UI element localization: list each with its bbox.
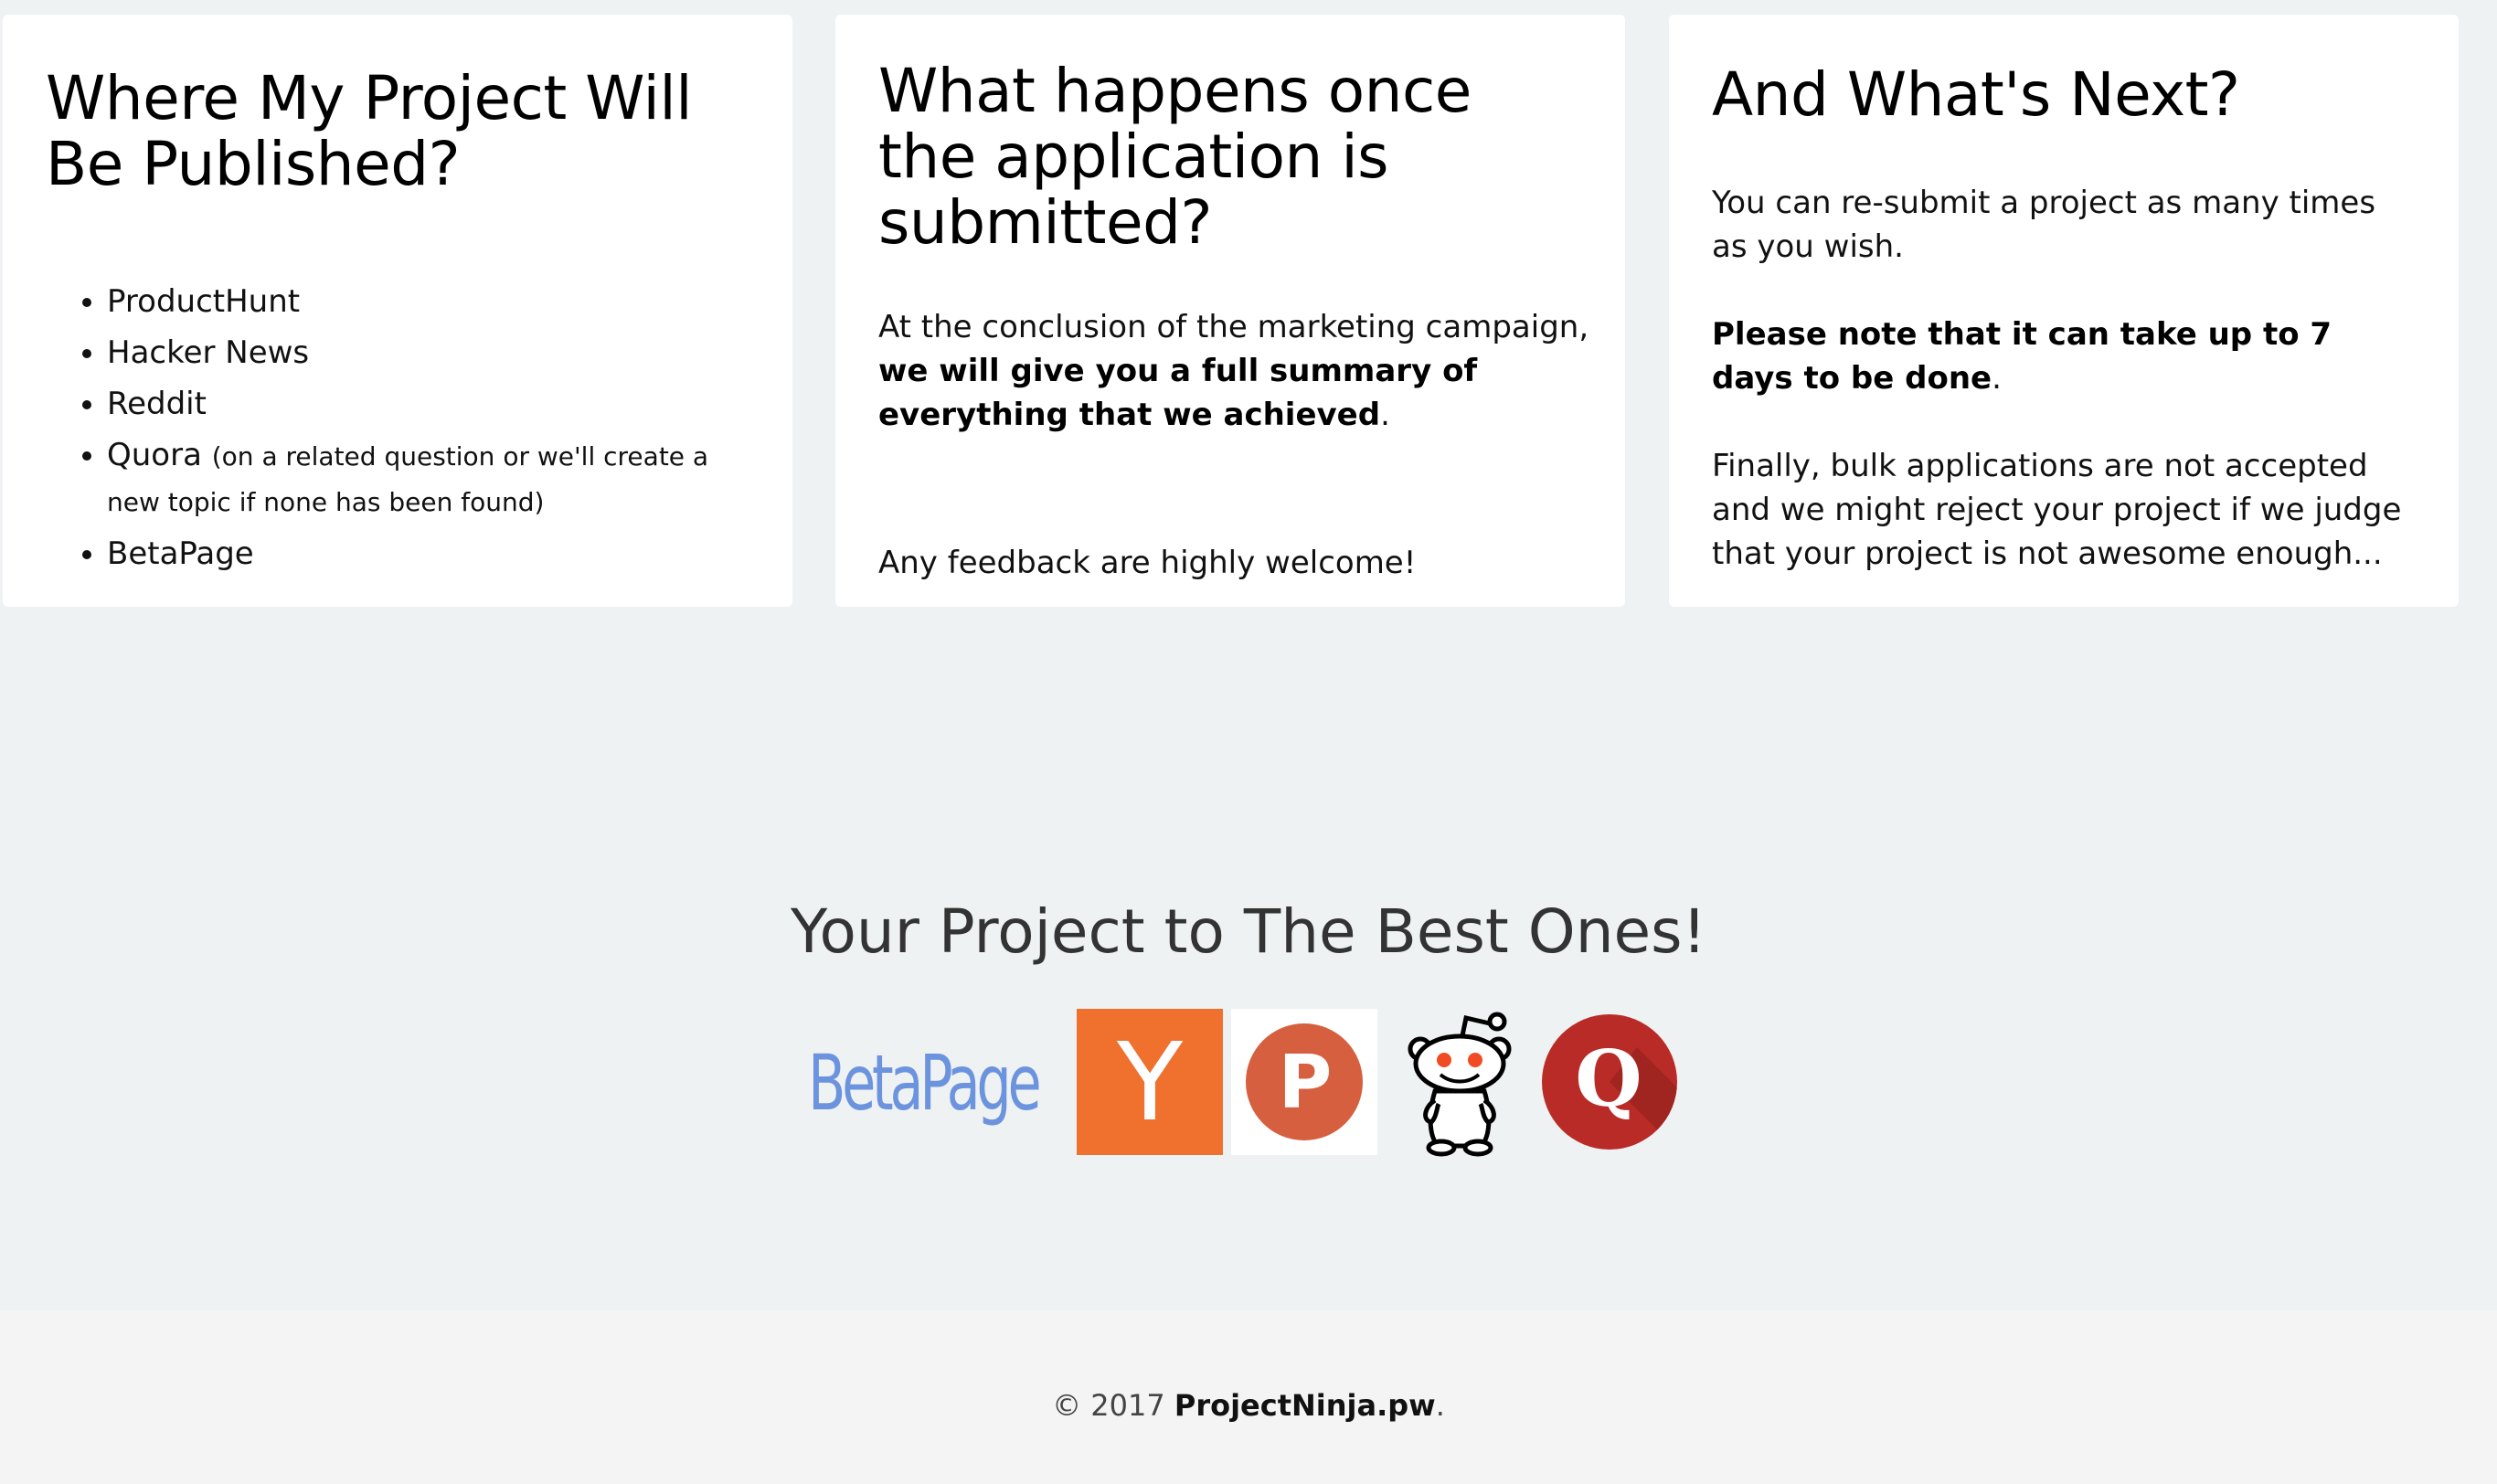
list-item: Hacker News — [107, 331, 747, 375]
quora-logo: Q — [1542, 1014, 1677, 1150]
feedback-text: Any feedback are highly welcome! — [878, 545, 1417, 581]
whats-next-description: You can re-submit a project as many time… — [1712, 181, 2407, 576]
card-title-whats-next: And What's Next? — [1712, 59, 2240, 130]
svg-text:P: P — [1279, 1040, 1333, 1125]
bulk-applications-text: Finally, bulk applications are not accep… — [1712, 448, 2402, 572]
quora-icon: Q — [1542, 1014, 1677, 1150]
reddit-logo — [1400, 1005, 1519, 1157]
list-item: Quora (on a related question or we'll cr… — [107, 433, 747, 525]
card-title-where-published: Where My Project Will Be Published? — [46, 63, 693, 199]
card-title-once-submitted: What happens once the application is sub… — [878, 56, 1472, 258]
list-item: ProductHunt — [107, 280, 747, 323]
info-cards: Where My Project Will Be Published? Prod… — [0, 0, 2497, 621]
submitted-description: At the conclusion of the marketing campa… — [878, 309, 1589, 433]
footer: © 2017 ProjectNinja.pw. — [0, 1310, 2497, 1484]
card-once-submitted: What happens once the application is sub… — [835, 15, 1625, 607]
platform-logos: BetaPage Y P Q — [808, 1005, 1722, 1161]
brand-name: ProjectNinja.pw — [1174, 1388, 1436, 1423]
platform-list: ProductHunt Hacker News Reddit Quora (on… — [59, 280, 747, 583]
producthunt-icon: P — [1246, 1023, 1363, 1140]
processing-time-note: Please note that it can take up to 7 day… — [1712, 316, 2332, 397]
svg-text:Q: Q — [1575, 1034, 1642, 1124]
producthunt-logo: P — [1231, 1009, 1377, 1155]
copyright-text: © 2017 ProjectNinja.pw. — [1052, 1388, 1445, 1423]
card-where-published: Where My Project Will Be Published? Prod… — [3, 15, 792, 607]
card-whats-next: And What's Next? You can re-submit a pro… — [1669, 15, 2459, 607]
hackernews-logo: Y — [1077, 1009, 1223, 1155]
list-item: Reddit — [107, 382, 747, 426]
tagline-heading: Your Project to The Best Ones! — [791, 896, 1706, 967]
resubmit-text: You can re-submit a project as many time… — [1712, 185, 2376, 265]
list-item: BetaPage — [107, 532, 747, 576]
reddit-alien-icon — [1408, 1012, 1512, 1157]
betapage-logo: BetaPage — [808, 1038, 1042, 1128]
